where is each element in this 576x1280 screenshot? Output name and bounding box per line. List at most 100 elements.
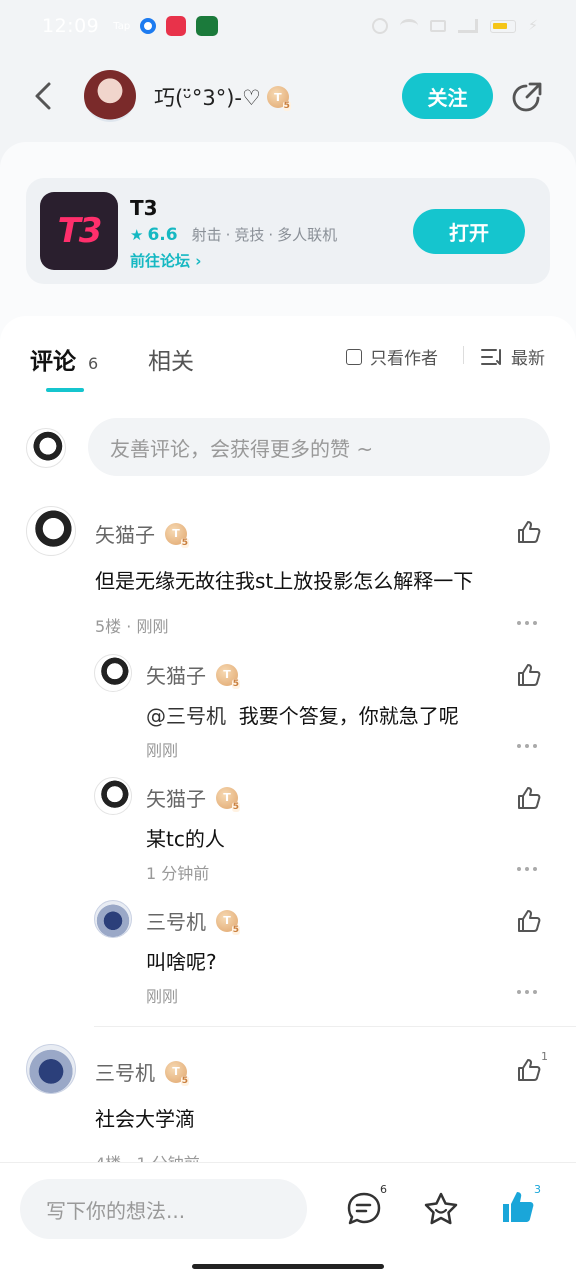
chevron-left-icon xyxy=(35,82,51,110)
follow-button[interactable]: 关注 xyxy=(402,73,493,119)
share-icon xyxy=(512,82,542,112)
reply-user[interactable]: 三号机 T xyxy=(146,906,241,935)
mention-link[interactable]: @三号机 xyxy=(146,704,226,728)
like-button[interactable] xyxy=(514,660,544,690)
level-badge-icon: T xyxy=(216,786,241,812)
charging-icon: ⚡ xyxy=(528,18,538,34)
star-icon: ★ xyxy=(130,225,144,244)
thumbs-up-icon xyxy=(518,521,541,543)
open-game-button[interactable]: 打开 xyxy=(413,209,525,254)
avatar[interactable] xyxy=(94,654,132,692)
tabs-bar: 评论 6 相关 只看作者 最新 xyxy=(0,342,576,392)
reply-text: 某tc的人 xyxy=(146,827,225,851)
oppo-icon xyxy=(196,16,219,36)
tab-active-indicator xyxy=(46,388,84,392)
more-options-button[interactable] xyxy=(517,987,541,997)
like-button[interactable] xyxy=(514,517,544,547)
like-post-button[interactable] xyxy=(498,1187,538,1227)
like-button[interactable] xyxy=(514,906,544,936)
back-button[interactable] xyxy=(28,78,58,114)
my-avatar xyxy=(26,428,66,468)
reply-meta: 刚刚 xyxy=(146,741,179,760)
level-badge-icon: T xyxy=(216,663,241,689)
game-card[interactable]: T3 T3 ★ 6.6 射击 · 竞技 · 多人联机 前往论坛 › 打开 xyxy=(26,178,550,284)
sort-icon xyxy=(481,348,501,365)
status-bar: 12:09 Tap ⚡ xyxy=(0,0,576,52)
comment-icon xyxy=(347,1192,381,1225)
tap-icon: Tap xyxy=(113,20,131,32)
thumbs-up-icon xyxy=(518,787,541,809)
sort-label: 最新 xyxy=(511,349,545,369)
reply-user[interactable]: 矢猫子 T xyxy=(146,783,241,812)
blue-dot-icon xyxy=(140,18,157,34)
more-options-button[interactable] xyxy=(517,618,541,628)
status-time: 12:09 xyxy=(42,15,100,37)
battery-icon xyxy=(490,19,517,33)
like-button[interactable] xyxy=(514,1055,544,1085)
comment-user[interactable]: 三号机 T xyxy=(95,1057,190,1086)
favorite-button[interactable] xyxy=(421,1189,461,1229)
wifi-icon xyxy=(400,19,419,33)
comment-count-badge: 6 xyxy=(380,1183,387,1196)
mute-icon xyxy=(372,18,389,34)
forum-link[interactable]: 前往论坛 › xyxy=(130,250,201,271)
divider xyxy=(463,346,464,364)
nfc-icon xyxy=(430,20,447,32)
more-options-button[interactable] xyxy=(517,864,541,874)
comment-meta: 5楼 · 刚刚 xyxy=(95,617,169,636)
game-tag: 竞技 xyxy=(234,226,265,244)
game-icon[interactable]: T3 xyxy=(40,192,118,270)
like-count: 1 xyxy=(541,1050,548,1063)
comment-input-row: 友善评论，会获得更多的赞 ~ xyxy=(0,418,576,478)
tab-comments-label: 评论 xyxy=(30,349,76,375)
tab-comments[interactable]: 评论 6 xyxy=(30,342,98,376)
divider xyxy=(94,1026,576,1027)
author-avatar[interactable] xyxy=(84,70,136,122)
thumbs-up-icon xyxy=(518,664,541,686)
top-header: 巧(ᵕ̈°3°)-♡ T 关注 xyxy=(0,60,576,132)
reply-input[interactable]: 写下你的想法... xyxy=(20,1179,307,1239)
author-name-row[interactable]: 巧(ᵕ̈°3°)-♡ T xyxy=(154,82,291,112)
share-button[interactable] xyxy=(508,78,546,116)
author-only-label: 只看作者 xyxy=(370,349,438,369)
home-indicator[interactable] xyxy=(192,1264,384,1269)
reply-meta: 刚刚 xyxy=(146,987,179,1006)
comments-button[interactable] xyxy=(344,1189,384,1229)
thumbs-up-icon xyxy=(518,1059,541,1081)
checkbox-icon xyxy=(346,348,362,365)
game-score: 6.6 xyxy=(147,224,178,245)
reply-text: @三号机 我要个答复，你就急了呢 xyxy=(146,704,459,728)
avatar[interactable] xyxy=(94,777,132,815)
like-button[interactable] xyxy=(514,783,544,813)
reply-text: 叫啥呢? xyxy=(146,950,217,974)
game-tag: 多人联机 xyxy=(277,226,338,244)
sort-button[interactable]: 最新 xyxy=(481,344,545,369)
comment-user[interactable]: 矢猫子 T xyxy=(95,519,190,548)
thumbs-up-filled-icon xyxy=(503,1192,534,1222)
reply-user[interactable]: 矢猫子 T xyxy=(146,660,241,689)
game-tag: 射击 xyxy=(191,226,222,244)
thumbs-up-icon xyxy=(518,910,541,932)
comment-input[interactable]: 友善评论，会获得更多的赞 ~ xyxy=(88,418,550,476)
more-options-button[interactable] xyxy=(517,741,541,751)
like-count-badge: 3 xyxy=(534,1183,541,1196)
red-play-icon xyxy=(166,16,187,36)
tab-related[interactable]: 相关 xyxy=(148,342,194,376)
star-outline-icon xyxy=(424,1192,458,1225)
level-badge-icon: T xyxy=(266,86,291,111)
comment-text: 社会大学滴 xyxy=(95,1107,195,1131)
avatar[interactable] xyxy=(26,1044,76,1094)
comment-text: 但是无缘无故往我st上放投影怎么解释一下 xyxy=(95,569,474,593)
signal-icon xyxy=(458,19,479,33)
game-meta: ★ 6.6 射击 · 竞技 · 多人联机 xyxy=(130,224,338,245)
tab-comments-count: 6 xyxy=(88,354,99,373)
bottom-bar: 写下你的想法... 6 3 xyxy=(0,1162,576,1280)
level-badge-icon: T xyxy=(165,1060,190,1086)
avatar[interactable] xyxy=(94,900,132,938)
author-only-toggle[interactable]: 只看作者 xyxy=(346,344,438,369)
forum-link-label: 前往论坛 xyxy=(130,252,191,270)
author-name: 巧(ᵕ̈°3°)-♡ xyxy=(154,86,261,110)
game-name: T3 xyxy=(130,196,158,220)
chevron-right-icon: › xyxy=(195,252,202,270)
avatar[interactable] xyxy=(26,506,76,556)
